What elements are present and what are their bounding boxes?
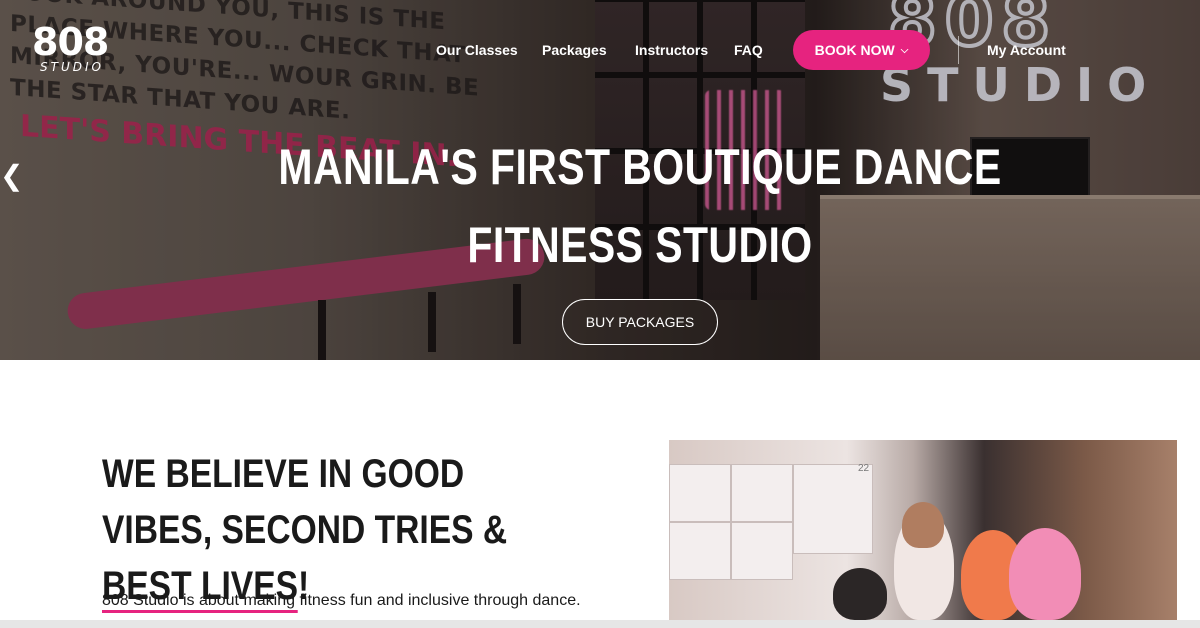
book-now-button[interactable]: BOOK NOW ⌵ — [793, 30, 930, 70]
nav-packages[interactable]: Packages — [542, 42, 607, 58]
book-now-label: BOOK NOW — [814, 42, 895, 58]
nav-faq[interactable]: FAQ — [734, 42, 763, 58]
nav-divider — [958, 36, 959, 64]
values-heading: WE BELIEVE IN GOOD VIBES, SECOND TRIES &… — [102, 446, 539, 614]
main-nav: Our Classes Packages Instructors FAQ BOO… — [0, 30, 1200, 70]
locker — [669, 464, 731, 522]
nav-instructors[interactable]: Instructors — [635, 42, 708, 58]
person-dark-hair — [833, 568, 887, 620]
buy-packages-button[interactable]: BUY PACKAGES — [562, 299, 718, 345]
values-heading-text: WE BELIEVE IN GOOD VIBES, SECOND TRIES & — [102, 452, 508, 552]
nav-my-account[interactable]: My Account — [987, 42, 1066, 58]
person-head — [902, 502, 944, 548]
nav-our-classes[interactable]: Our Classes — [436, 42, 518, 58]
members-photo — [669, 440, 1177, 620]
chevron-down-icon: ⌵ — [900, 44, 909, 56]
locker-open — [793, 464, 873, 554]
locker — [731, 464, 793, 522]
page-bottom-edge — [0, 620, 1200, 628]
hero-title: MANILA'S FIRST BOUTIQUE DANCE FITNESS ST… — [278, 139, 1002, 273]
locker — [669, 522, 731, 580]
locker — [731, 522, 793, 580]
chevron-left-icon[interactable]: ❮ — [0, 162, 23, 190]
person-pink-top — [1009, 528, 1081, 620]
about-paragraph: 808 Studio is about making fitness fun a… — [102, 592, 581, 609]
locker-number: 22 — [858, 463, 870, 474]
